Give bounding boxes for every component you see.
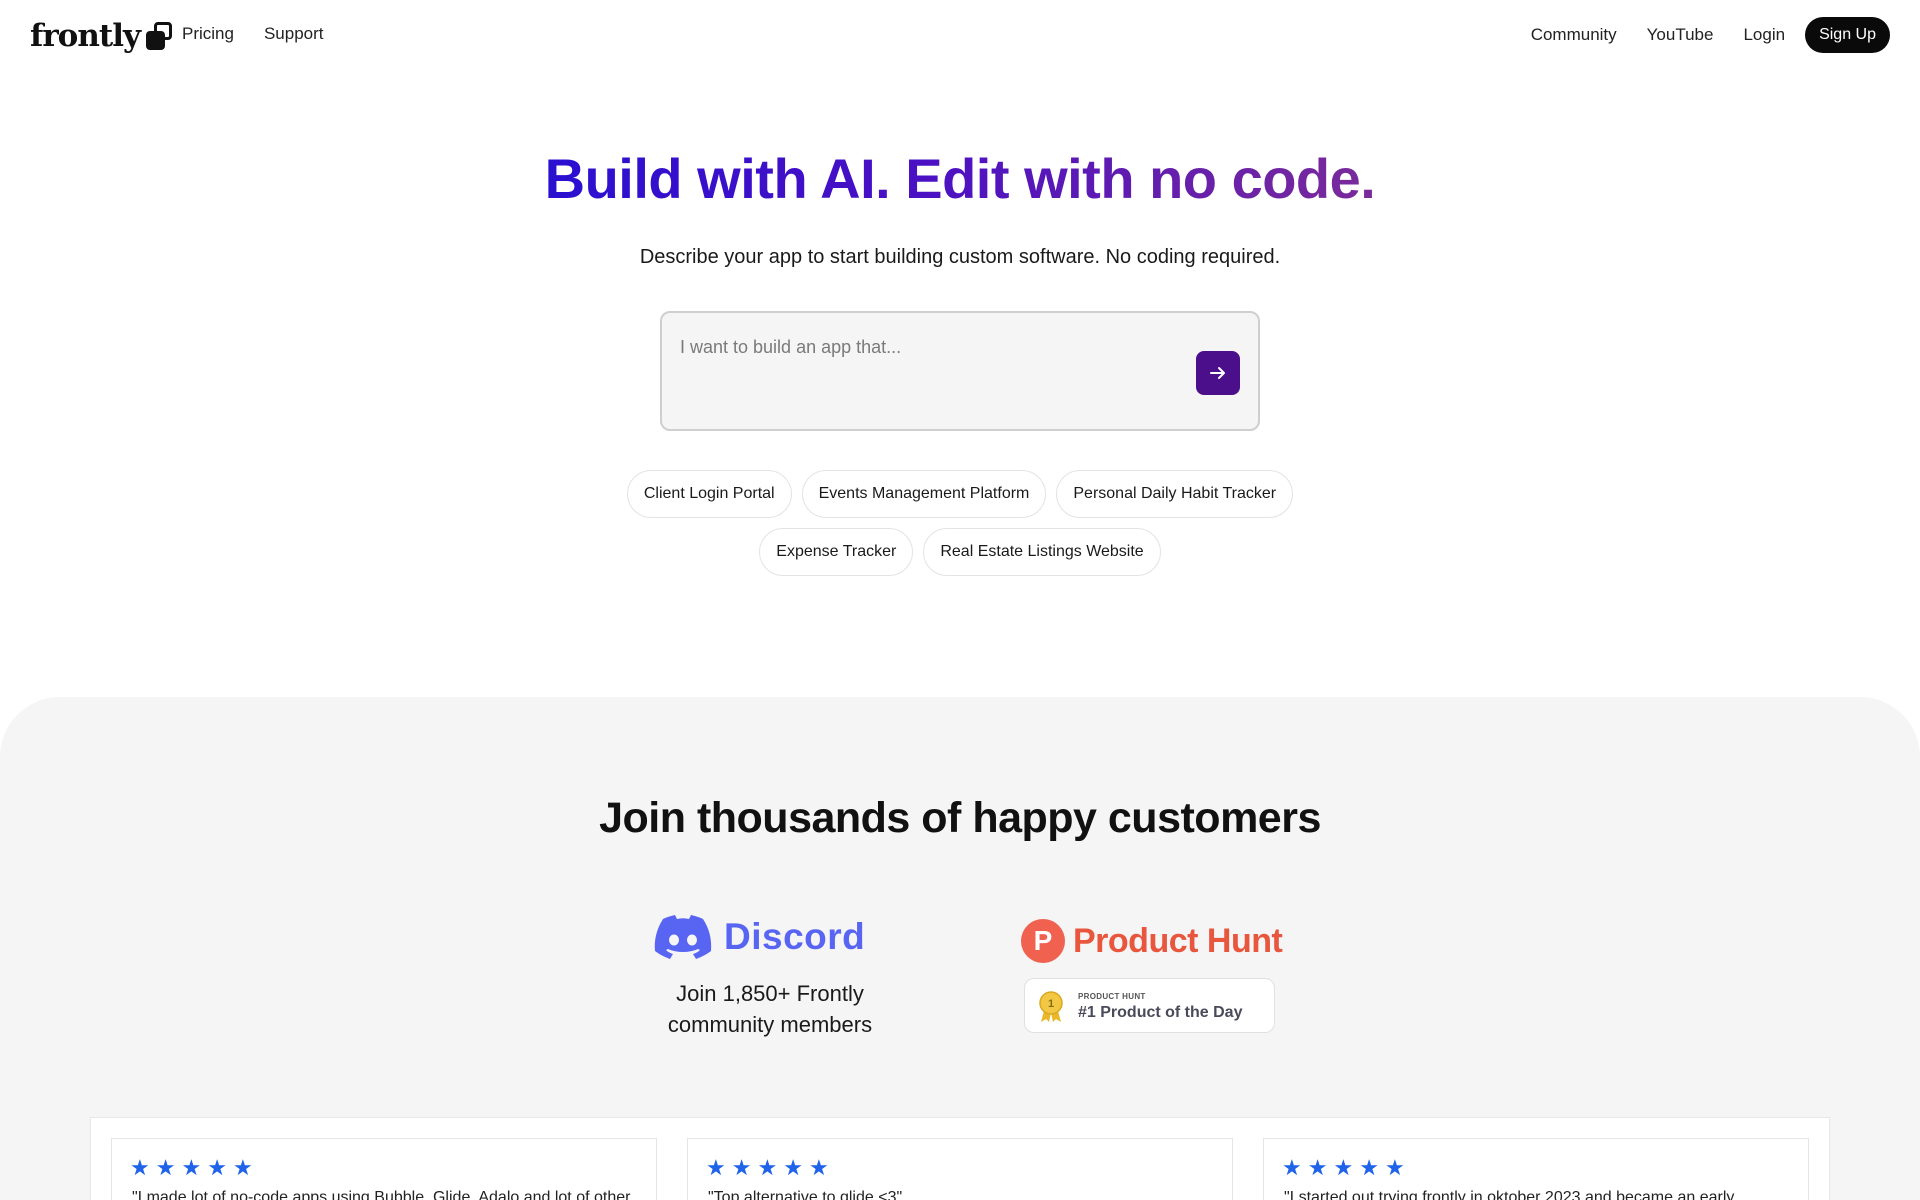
reviews-container: ★ ★ ★ ★ ★ "I made lot of no-code apps us… <box>90 1117 1830 1200</box>
chip-real-estate-listings-website[interactable]: Real Estate Listings Website <box>923 528 1161 576</box>
product-hunt-logo[interactable]: P Product Hunt <box>1021 919 1283 963</box>
review-card: ★ ★ ★ ★ ★ "I started out trying frontly … <box>1263 1138 1809 1200</box>
review-text: "Top alternative to glide <3" <box>708 1189 903 1200</box>
chip-expense-tracker[interactable]: Expense Tracker <box>759 528 914 576</box>
star-rating: ★ ★ ★ ★ ★ <box>706 1157 829 1179</box>
hero-subtitle: Describe your app to start building cust… <box>639 246 1281 268</box>
discord-logo[interactable]: Discord <box>654 915 865 959</box>
medal-icon: 1 <box>1039 991 1063 1022</box>
star-icon: ★ <box>130 1155 150 1180</box>
customers-title: Join thousands of happy customers <box>599 794 1321 842</box>
nav-link-community[interactable]: Community <box>1531 25 1617 45</box>
star-rating: ★ ★ ★ ★ ★ <box>130 1157 253 1179</box>
signup-button[interactable]: Sign Up <box>1805 17 1890 53</box>
logo-mark-icon <box>146 22 172 50</box>
nav-link-support[interactable]: Support <box>264 24 324 44</box>
star-icon: ★ <box>1307 1155 1328 1180</box>
star-icon: ★ <box>1333 1155 1354 1180</box>
chip-client-login-portal[interactable]: Client Login Portal <box>626 470 792 518</box>
prompt-box <box>660 311 1260 431</box>
star-rating: ★ ★ ★ ★ ★ <box>1282 1157 1405 1179</box>
product-hunt-icon: P <box>1021 919 1065 963</box>
star-icon: ★ <box>757 1155 778 1180</box>
discord-community-text: Join 1,850+ Frontly community members <box>667 981 873 1037</box>
star-icon: ★ <box>232 1155 253 1180</box>
discord-icon <box>654 915 712 959</box>
discord-wordmark: Discord <box>724 916 866 957</box>
nav-link-pricing[interactable]: Pricing <box>182 24 234 44</box>
chip-personal-daily-habit-tracker[interactable]: Personal Daily Habit Tracker <box>1056 470 1294 518</box>
logo-text: frontly <box>30 18 141 54</box>
star-icon: ★ <box>181 1155 202 1180</box>
star-icon: ★ <box>155 1155 176 1180</box>
svg-text:1: 1 <box>1048 998 1054 1010</box>
hero-title-text: Build with AI. Edit with no code. <box>544 147 1376 210</box>
review-text: "I made lot of no-code apps using Bubble… <box>132 1189 631 1200</box>
nav-link-login[interactable]: Login <box>1743 25 1785 45</box>
product-hunt-badge[interactable]: 1 PRODUCT HUNT #1 Product of the Day <box>1024 978 1275 1033</box>
star-icon: ★ <box>731 1155 752 1180</box>
star-icon: ★ <box>207 1155 227 1180</box>
badge-label: PRODUCT HUNT <box>1078 992 1146 1001</box>
star-icon: ★ <box>1359 1155 1379 1180</box>
star-icon: ★ <box>1282 1155 1302 1180</box>
hero-title: Build with AI. Edit with no code. <box>0 146 1920 211</box>
review-card: ★ ★ ★ ★ ★ "I made lot of no-code apps us… <box>111 1138 657 1200</box>
star-icon: ★ <box>1384 1155 1405 1180</box>
suggestion-chips: Client Login Portal Events Management Pl… <box>0 470 1920 576</box>
chip-events-management-platform[interactable]: Events Management Platform <box>801 470 1047 518</box>
star-icon: ★ <box>783 1155 803 1180</box>
prompt-input[interactable] <box>680 337 1160 358</box>
star-icon: ★ <box>808 1155 829 1180</box>
top-nav: frontly Pricing Support Community YouTub… <box>0 0 1920 72</box>
frontly-logo[interactable]: frontly <box>30 18 172 54</box>
star-icon: ★ <box>706 1155 726 1180</box>
review-text: "I started out trying frontly in oktober… <box>1284 1189 1735 1200</box>
product-hunt-wordmark: Product Hunt <box>1073 921 1283 960</box>
review-card: ★ ★ ★ ★ ★ "Top alternative to glide <3" <box>687 1138 1233 1200</box>
badge-title: #1 Product of the Day <box>1078 1004 1243 1021</box>
arrow-right-icon <box>1210 367 1225 379</box>
send-button[interactable] <box>1196 351 1240 395</box>
nav-link-youtube[interactable]: YouTube <box>1647 25 1714 45</box>
